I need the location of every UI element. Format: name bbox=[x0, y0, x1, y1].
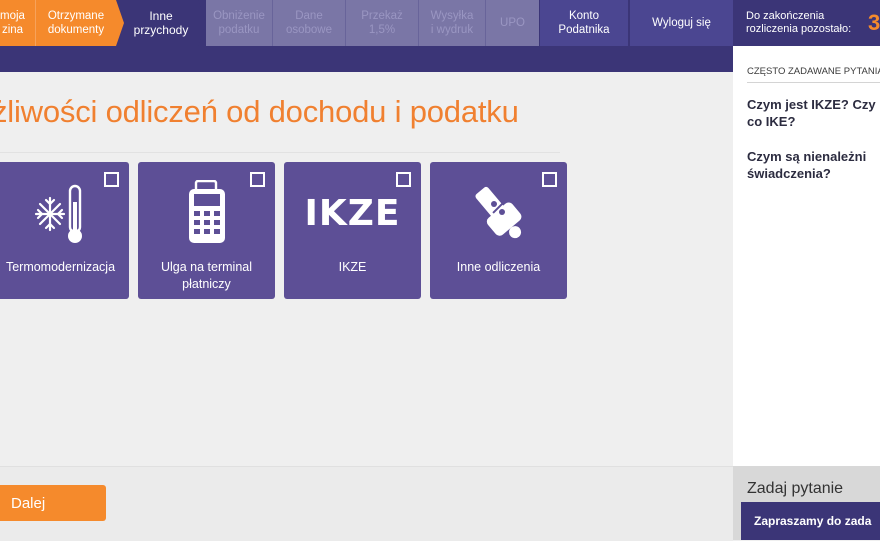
step-obnizenie-podatku[interactable]: Obniżenie podatku bbox=[206, 0, 272, 46]
divider bbox=[628, 0, 629, 46]
card-ulga-terminal[interactable]: Ulga na terminal płatniczy bbox=[138, 162, 275, 299]
ask-question-panel: Zadaj pytanie Zapraszamy do zada bbox=[733, 466, 880, 540]
step-label: moja bbox=[0, 10, 25, 22]
step-label: Dane bbox=[295, 10, 323, 22]
faq-header: CZĘSTO ZADAWANE PYTANIA bbox=[747, 66, 880, 77]
card-label-line: Ulga na terminal bbox=[160, 260, 252, 274]
thermometer-snowflake-icon bbox=[0, 180, 129, 246]
card-label: Termomodernizacja bbox=[0, 259, 125, 276]
card-label-line: Inne odliczenia bbox=[456, 260, 541, 274]
step-label: Przekaż bbox=[361, 10, 403, 22]
hand-percent-icon bbox=[430, 180, 567, 246]
step-label: 1,5% bbox=[368, 24, 396, 36]
card-label: Inne odliczenia bbox=[434, 259, 563, 276]
step-inne-przychody[interactable]: Inne przychody bbox=[124, 0, 198, 46]
next-button-label: Dalej bbox=[11, 494, 46, 512]
ikze-logo-text: IKZE bbox=[304, 192, 401, 234]
card-termomodernizacja[interactable]: Termomodernizacja bbox=[0, 162, 129, 299]
ikze-logo-icon: IKZE bbox=[284, 180, 421, 246]
subheader-bar bbox=[0, 46, 733, 72]
footer-bar bbox=[0, 466, 733, 541]
ask-question-button[interactable]: Zapraszamy do zada bbox=[741, 502, 880, 540]
faq-item-line: Czym jest IKZE? Czy bbox=[747, 97, 876, 112]
faq-item-ikze[interactable]: Czym jest IKZE? Czy co IKE? bbox=[747, 96, 880, 130]
countdown-label-line: Do zakończenia bbox=[746, 10, 825, 22]
step-wysylka-wydruk[interactable]: Wysyłka i wydruk bbox=[419, 0, 485, 46]
step-dane-osobowe[interactable]: Dane osobowe bbox=[273, 0, 345, 46]
faq-sidebar: CZĘSTO ZADAWANE PYTANIA Czym jest IKZE? … bbox=[733, 46, 880, 466]
step-arrow bbox=[198, 0, 206, 46]
step-label: osobowe bbox=[285, 24, 333, 36]
countdown-days: 3 bbox=[868, 10, 880, 35]
account-label: Podatnika bbox=[558, 24, 610, 36]
faq-item-line: Czym są nienależni bbox=[747, 149, 867, 164]
payment-terminal-icon bbox=[138, 180, 275, 246]
countdown-panel: Do zakończenia rozliczenia pozostało: bbox=[733, 0, 880, 46]
faq-item-line: co IKE? bbox=[747, 114, 796, 129]
logout-label: Wyloguj się bbox=[652, 17, 711, 29]
ask-title: Zadaj pytanie bbox=[747, 480, 844, 497]
logout-button[interactable]: Wyloguj się bbox=[630, 0, 733, 46]
step-label: zina bbox=[1, 24, 24, 36]
step-arrow bbox=[116, 0, 124, 46]
step-label: Wysyłka bbox=[430, 10, 474, 22]
faq-divider bbox=[747, 82, 880, 83]
card-label: IKZE bbox=[288, 259, 417, 276]
step-label: przychody bbox=[133, 23, 189, 37]
card-label-line: płatniczy bbox=[182, 277, 231, 291]
step-label: dokumenty bbox=[47, 24, 105, 36]
konto-podatnika-button[interactable]: Konto Podatnika bbox=[540, 0, 628, 46]
next-button[interactable]: Dalej bbox=[0, 485, 106, 521]
faq-item-line: świadczenia? bbox=[747, 166, 831, 181]
card-label-line: Termomodernizacja bbox=[5, 260, 116, 274]
countdown-label: Do zakończenia rozliczenia pozostało: bbox=[746, 10, 851, 36]
account-label: Konto bbox=[568, 10, 600, 22]
step-przekaz[interactable]: Przekaż 1,5% bbox=[346, 0, 418, 46]
page-title: żliwości odliczeń od dochodu i podatku bbox=[0, 94, 519, 129]
title-divider bbox=[0, 152, 560, 153]
step-label: UPO bbox=[500, 17, 525, 29]
step-upo[interactable]: UPO bbox=[486, 0, 539, 46]
card-inne-odliczenia[interactable]: Inne odliczenia bbox=[430, 162, 567, 299]
ask-button-label: Zapraszamy do zada bbox=[754, 514, 872, 528]
card-label-line: IKZE bbox=[338, 260, 367, 274]
faq-item-nienalezne[interactable]: Czym są nienależni świadczenia? bbox=[747, 148, 880, 182]
step-label: podatku bbox=[218, 24, 260, 36]
step-label: Obniżenie bbox=[213, 10, 265, 22]
step-label: Otrzymane bbox=[47, 10, 105, 22]
step-label: Inne bbox=[149, 9, 173, 23]
card-ikze[interactable]: IKZE IKZE bbox=[284, 162, 421, 299]
card-label: Ulga na terminal płatniczy bbox=[142, 259, 271, 293]
step-moja-zina[interactable]: moja zina bbox=[0, 0, 35, 46]
step-otrzymane-dokumenty[interactable]: Otrzymane dokumenty bbox=[36, 0, 116, 46]
countdown-label-line: rozliczenia pozostało: bbox=[746, 23, 852, 35]
step-label: i wydruk bbox=[430, 24, 474, 36]
